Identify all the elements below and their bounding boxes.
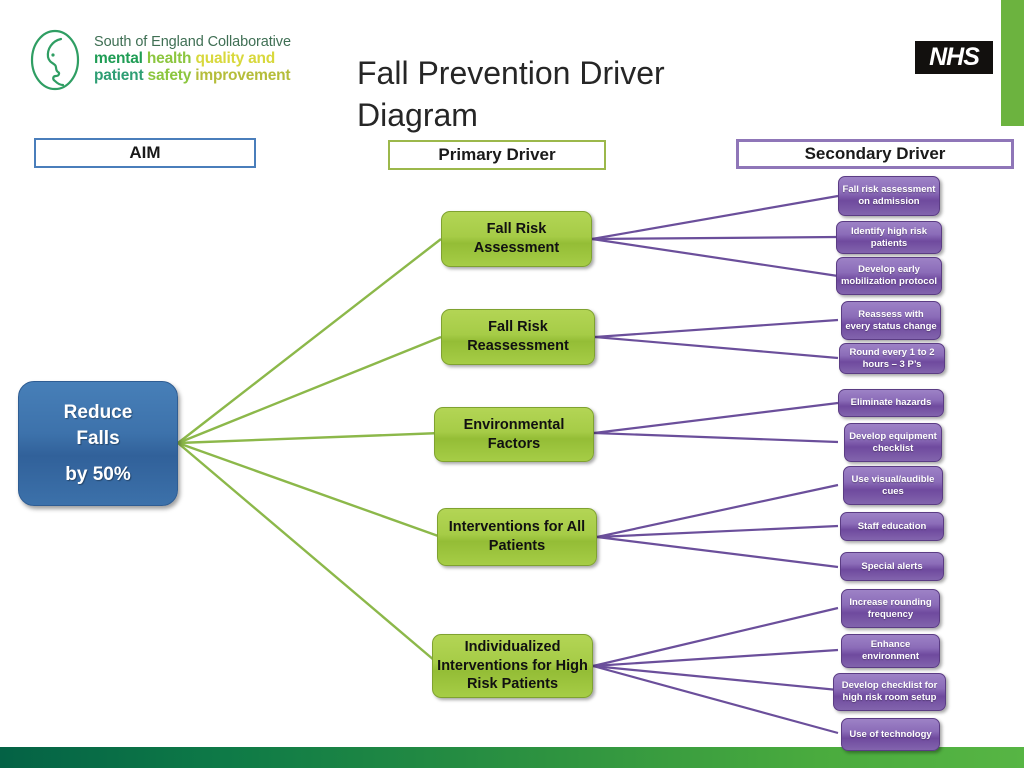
secondary-driver-identify-high-risk-patients[interactable]: Identify high risk patients [836,221,942,254]
aim-line-3: by 50% [65,463,131,485]
connector-iap-alerts [596,535,839,569]
right-accent-bar [1001,0,1024,126]
logo-word-health: health [146,50,192,68]
connector-iap-education [596,524,839,539]
secondary-driver-use-visual-audible-cues[interactable]: Use visual/audible cues [843,466,943,505]
secondary-driver-eliminate-hazards[interactable]: Eliminate hazards [838,389,944,417]
connector-ii-technology [592,664,839,735]
secondary-driver-round-every-1-to-2-hours[interactable]: Round every 1 to 2 hours – 3 P’s [839,343,945,374]
connector-fra-identify [591,235,839,241]
logo-line-2: mental health quality and [94,50,291,68]
primary-driver-individualized-interventions[interactable]: Individualized Interventions for High Ri… [432,634,593,698]
secondary-driver-staff-education[interactable]: Staff education [840,512,944,541]
connector-aim-individualized-interventions [177,442,442,667]
connector-frr-reassess [594,318,839,339]
column-header-primary-driver: Primary Driver [388,140,606,170]
logo-word-mental: mental [94,50,143,68]
secondary-driver-reassess-with-every-status-change[interactable]: Reassess with every status change [841,301,941,340]
collaborative-logo: South of England Collaborative mental he… [28,24,328,96]
aim-node-reduce-falls[interactable]: Reduce Falls by 50% [18,381,178,506]
nhs-logo: NHS [915,41,993,74]
logo-word-safety: safety [147,66,192,84]
primary-driver-fall-risk-assessment[interactable]: Fall Risk Assessment [441,211,592,267]
connector-aim-environmental-factors [177,431,442,445]
primary-driver-fall-risk-reassessment[interactable]: Fall Risk Reassessment [441,309,595,365]
secondary-driver-use-of-technology[interactable]: Use of technology [841,718,940,751]
logo-line-1: South of England Collaborative [94,34,291,51]
aim-line-2: Falls [76,428,120,450]
connector-ef-eliminate [593,401,839,435]
connector-ii-enhance [592,648,839,668]
connector-ii-checklist [592,664,839,692]
primary-to-secondary-connectors [591,194,839,735]
primary-driver-environmental-factors[interactable]: Environmental Factors [434,407,594,462]
connector-frr-round [594,335,839,360]
connector-ii-rounding [592,606,839,668]
logo-word-improvement: improvement [195,66,291,84]
secondary-driver-special-alerts[interactable]: Special alerts [840,552,944,581]
logo-word-quality: quality [195,50,244,68]
logo-line-3: patient safety improvement [94,66,291,85]
column-header-secondary-driver: Secondary Driver [736,139,1014,169]
aim-line-1: Reduce [63,401,133,423]
connector-fra-mobilization [591,237,839,278]
secondary-driver-develop-early-mobilization-protocol[interactable]: Develop early mobilization protocol [836,257,942,295]
connector-aim-fall-risk-reassessment [177,335,442,445]
connector-fra-admission [591,194,839,241]
secondary-driver-increase-rounding-frequency[interactable]: Increase rounding frequency [841,589,940,628]
page-title: Fall Prevention Driver Diagram [357,52,787,136]
primary-driver-interventions-all-patients[interactable]: Interventions for All Patients [437,508,597,566]
secondary-driver-develop-equipment-checklist[interactable]: Develop equipment checklist [844,423,942,462]
logo-word-patient: patient [94,66,144,84]
page-title-line-1: Fall Prevention Driver [357,55,665,91]
column-header-aim: AIM [34,138,256,168]
aim-to-primary-connectors [177,238,442,667]
connector-aim-interventions-all-patients [177,441,442,539]
logo-word-and: and [248,50,276,68]
connector-ef-equipment [593,431,839,444]
secondary-driver-develop-checklist-high-risk-room-setup[interactable]: Develop checklist for high risk room set… [833,673,946,711]
secondary-driver-enhance-environment[interactable]: Enhance environment [841,634,940,668]
connector-iap-cues [596,483,839,539]
page-title-line-2: Diagram [357,97,478,134]
connector-aim-fall-risk-assessment [177,238,442,444]
secondary-driver-fall-risk-assessment-on-admission[interactable]: Fall risk assessment on admission [838,176,940,216]
head-profile-icon [30,29,80,91]
